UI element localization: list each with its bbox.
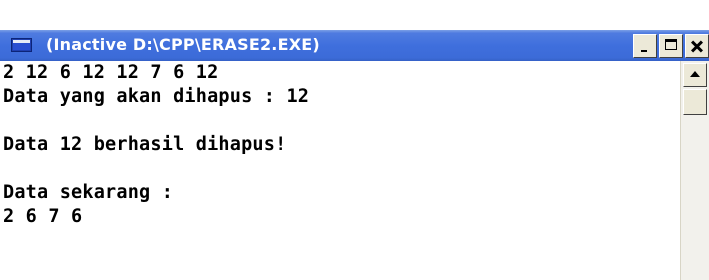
console-window-icon[interactable] [11,38,32,52]
console-line: Data yang akan dihapus : 12 [3,86,310,107]
window-controls [633,34,709,58]
console-output[interactable]: 2 12 6 12 12 7 6 12 Data yang akan dihap… [0,61,680,280]
console-window: (Inactive D:\CPP\ERASE2.EXE) 2 12 6 12 1… [0,30,709,280]
window-title: (Inactive D:\CPP\ERASE2.EXE) [46,35,320,54]
close-button[interactable] [685,34,709,58]
scrollbar-thumb[interactable] [683,89,707,115]
console-line: 2 12 6 12 12 7 6 12 [3,62,219,83]
console-line: 2 6 7 6 [3,206,83,227]
vertical-scrollbar[interactable] [680,61,709,280]
minimize-button[interactable] [633,34,657,58]
console-line: Data sekarang : [3,182,174,203]
console-line: Data 12 berhasil dihapus! [3,134,287,155]
scroll-up-arrow-icon[interactable] [683,63,707,87]
maximize-button[interactable] [659,34,683,58]
title-bar[interactable]: (Inactive D:\CPP\ERASE2.EXE) [0,30,709,61]
